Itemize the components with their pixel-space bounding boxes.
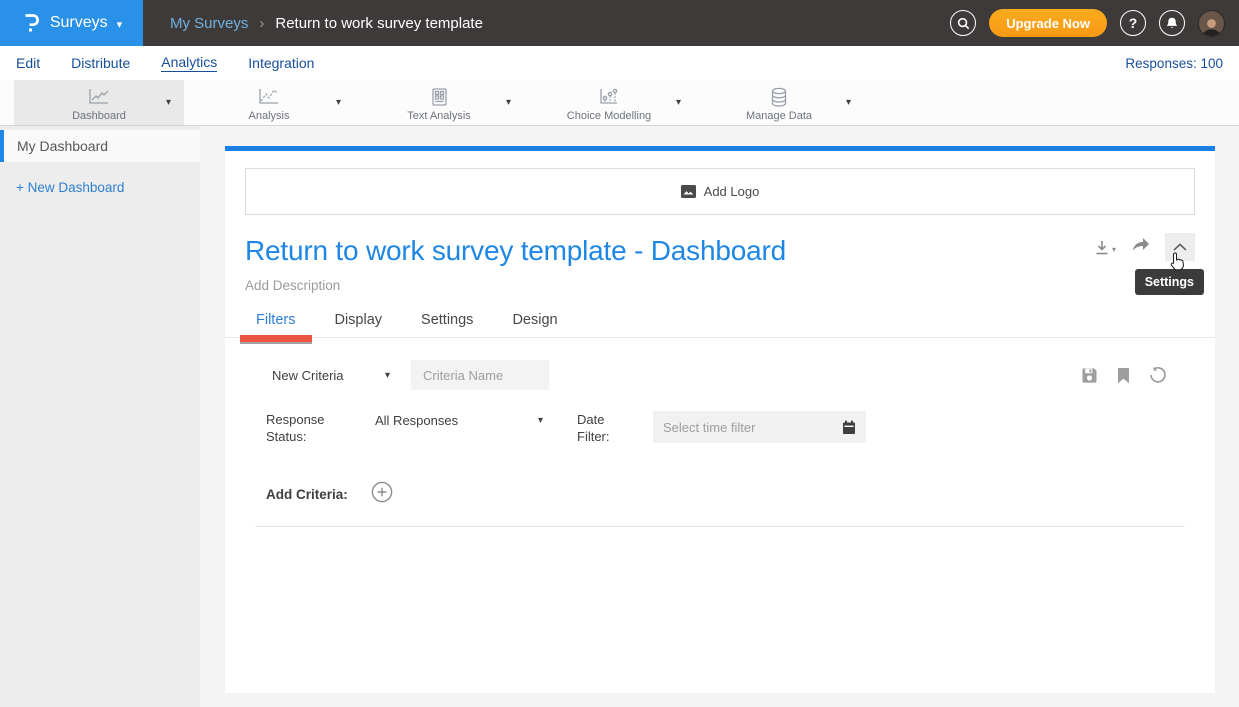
toolbar-item-choice-modelling[interactable]: Choice Modelling ▾	[524, 80, 694, 125]
chevron-down-icon[interactable]: ▾	[506, 96, 511, 107]
tab-design[interactable]: Design	[511, 312, 558, 337]
save-criteria-button[interactable]	[1081, 367, 1098, 384]
user-avatar[interactable]	[1198, 10, 1225, 37]
top-actions: Upgrade Now ?	[950, 9, 1225, 37]
upgrade-now-button[interactable]: Upgrade Now	[989, 9, 1107, 37]
trend-chart-icon	[256, 86, 282, 108]
menu-item-integration[interactable]: Integration	[248, 55, 314, 72]
download-button[interactable]: ▾	[1094, 239, 1116, 256]
image-icon	[681, 185, 696, 198]
chevron-down-icon: ▾	[385, 370, 390, 381]
criteria-actions	[1081, 366, 1167, 384]
text-analysis-icon	[429, 86, 449, 108]
criteria-name-input[interactable]	[411, 360, 549, 390]
dashboard-tabs: Filters Display Settings Design	[225, 312, 1215, 338]
questionpro-logo-icon	[21, 12, 41, 34]
app-screen: Surveys ▾ My Surveys › Return to work su…	[0, 0, 1239, 707]
database-icon	[769, 86, 789, 108]
add-logo-dropzone[interactable]: Add Logo	[245, 168, 1195, 215]
bookmark-criteria-button[interactable]	[1117, 367, 1130, 384]
toolbar-item-label: Choice Modelling	[567, 110, 651, 122]
analytics-toolbar: Dashboard ▾ Analysis ▾ Text Analysis ▾ C…	[0, 80, 1239, 126]
toolbar-item-manage-data[interactable]: Manage Data ▾	[694, 80, 864, 125]
menu-item-analytics[interactable]: Analytics	[161, 54, 217, 72]
sidebar-item-my-dashboard[interactable]: My Dashboard	[0, 130, 200, 162]
help-button[interactable]: ?	[1120, 10, 1146, 36]
chevron-down-icon[interactable]: ▾	[336, 96, 341, 107]
add-logo-label: Add Logo	[704, 184, 760, 199]
tab-filters[interactable]: Filters	[255, 312, 296, 337]
avatar-person-icon	[1201, 17, 1222, 36]
top-bar: Surveys ▾ My Surveys › Return to work su…	[0, 0, 1239, 46]
menu-item-distribute[interactable]: Distribute	[71, 55, 130, 72]
chevron-down-icon[interactable]: ▾	[166, 96, 171, 107]
breadcrumb-my-surveys[interactable]: My Surveys	[170, 15, 248, 32]
new-dashboard-button[interactable]: + New Dashboard	[16, 180, 200, 195]
download-icon	[1094, 239, 1110, 256]
line-chart-icon	[86, 86, 112, 108]
calendar-icon	[842, 420, 856, 435]
toolbar-item-label: Text Analysis	[407, 110, 471, 122]
chevron-up-icon	[1173, 243, 1187, 251]
notifications-button[interactable]	[1159, 10, 1185, 36]
reset-icon	[1149, 366, 1167, 384]
reset-criteria-button[interactable]	[1149, 366, 1167, 384]
toolbar-item-label: Dashboard	[72, 110, 126, 122]
main-area: Add Logo Return to work survey template …	[200, 126, 1239, 707]
criteria-dropdown-value: New Criteria	[272, 368, 344, 383]
mouse-cursor-hand	[1166, 251, 1186, 273]
response-status-label: Response Status:	[266, 411, 336, 445]
dashboard-panel: Add Logo Return to work survey template …	[225, 146, 1215, 693]
chevron-down-icon: ▾	[538, 415, 543, 426]
criteria-dropdown[interactable]: New Criteria ▾	[272, 368, 390, 383]
toolbar-item-label: Analysis	[249, 110, 290, 122]
question-mark-icon: ?	[1129, 15, 1138, 31]
product-switcher[interactable]: Surveys ▾	[0, 0, 143, 46]
responses-count[interactable]: Responses: 100	[1125, 56, 1223, 71]
tab-display[interactable]: Display	[333, 312, 383, 337]
section-divider	[255, 526, 1185, 527]
search-icon	[957, 17, 970, 30]
search-button[interactable]	[950, 10, 976, 36]
toolbar-item-dashboard[interactable]: Dashboard ▾	[14, 80, 184, 125]
save-icon	[1081, 367, 1098, 384]
breadcrumb-separator: ›	[259, 15, 264, 32]
survey-menu-bar: Edit Distribute Analytics Integration Re…	[0, 46, 1239, 80]
filters-panel: New Criteria ▾	[225, 360, 1215, 527]
chevron-down-icon: ▾	[117, 16, 123, 31]
plus-circle-icon	[371, 481, 393, 503]
tab-settings[interactable]: Settings	[420, 312, 474, 337]
add-criteria-button[interactable]	[371, 481, 393, 508]
share-forward-icon	[1131, 237, 1150, 253]
response-status-dropdown[interactable]: All Responses ▾	[375, 411, 543, 428]
dashboard-title[interactable]: Return to work survey template - Dashboa…	[245, 235, 1195, 267]
breadcrumb: My Surveys › Return to work survey templ…	[170, 15, 483, 32]
breadcrumb-current-survey: Return to work survey template	[275, 15, 483, 32]
date-filter-field[interactable]	[653, 411, 866, 443]
chevron-down-icon[interactable]: ▾	[846, 96, 851, 107]
date-filter-input[interactable]	[663, 420, 842, 435]
date-filter-label: Date Filter:	[577, 411, 627, 445]
toolbar-item-text-analysis[interactable]: Text Analysis ▾	[354, 80, 524, 125]
dashboard-sidebar: My Dashboard + New Dashboard	[0, 126, 200, 707]
menu-item-edit[interactable]: Edit	[16, 55, 40, 72]
toolbar-item-analysis[interactable]: Analysis ▾	[184, 80, 354, 125]
bookmark-icon	[1117, 367, 1130, 384]
share-button[interactable]	[1131, 237, 1150, 258]
chevron-down-icon: ▾	[1112, 245, 1116, 254]
bell-icon	[1166, 17, 1178, 30]
toolbar-item-label: Manage Data	[746, 110, 812, 122]
response-status-value: All Responses	[375, 413, 458, 428]
choice-modelling-icon	[597, 86, 621, 108]
product-name: Surveys	[50, 14, 108, 32]
add-criteria-label: Add Criteria:	[266, 487, 348, 502]
chevron-down-icon[interactable]: ▾	[676, 96, 681, 107]
add-description-placeholder[interactable]: Add Description	[245, 278, 1195, 293]
